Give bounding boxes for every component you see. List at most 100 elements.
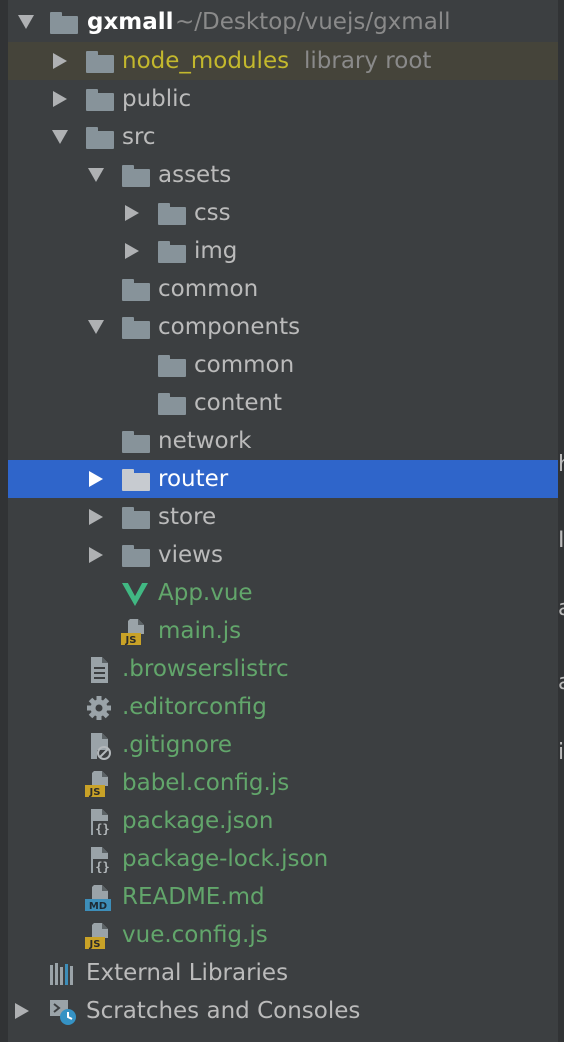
folder-icon [122, 431, 150, 453]
project-path: ~/Desktop/vuejs/gxmall [175, 9, 451, 35]
tree-row-package-json[interactable]: {} package.json [8, 802, 558, 840]
js-file-icon: JS [121, 619, 144, 646]
tree-row-browserslistrc[interactable]: .browserslistrc [8, 650, 558, 688]
tree-label: babel.config.js [122, 770, 290, 796]
cropped-editor-glyph: a [558, 670, 564, 695]
folder-icon [122, 469, 150, 491]
ignore-file-icon [91, 733, 111, 760]
folder-icon [50, 12, 78, 34]
collapse-arrow-icon[interactable] [84, 460, 108, 498]
markdown-file-icon: MD [85, 885, 111, 912]
collapse-arrow-icon[interactable] [120, 194, 144, 232]
expand-arrow-icon[interactable] [14, 3, 38, 41]
tree-label: common [158, 276, 259, 302]
tree-row-scratches[interactable]: Scratches and Consoles [8, 992, 558, 1030]
js-badge-text: JS [89, 787, 101, 798]
tree-label: assets [158, 162, 232, 188]
expand-arrow-icon[interactable] [48, 118, 72, 156]
js-file-icon: JS [85, 771, 108, 798]
json-file-icon: {} [91, 847, 112, 874]
expand-arrow-icon[interactable] [84, 308, 108, 346]
cropped-editor-glyph: i [558, 740, 564, 765]
tree-label: src [122, 124, 156, 150]
folder-icon [86, 127, 114, 149]
tree-row-gxmall[interactable]: gxmall ~/Desktop/vuejs/gxmall [8, 3, 558, 41]
folder-icon [158, 355, 186, 377]
tree-label: components [158, 314, 301, 340]
vue-file-icon [122, 583, 148, 606]
tree-row-node-modules[interactable]: node_modules library root [8, 42, 558, 80]
tree-row-public[interactable]: public [8, 80, 558, 118]
tree-label: Scratches and Consoles [86, 998, 361, 1024]
tree-row-store[interactable]: store [8, 498, 558, 536]
tree-label: store [158, 504, 217, 530]
tree-label: router [158, 466, 229, 492]
js-badge-text: JS [89, 939, 101, 950]
tree-row-readme[interactable]: MD README.md [8, 878, 558, 916]
tree-row-babel-config[interactable]: JS babel.config.js [8, 764, 558, 802]
folder-icon [158, 203, 186, 225]
tree-row-package-lock-json[interactable]: {} package-lock.json [8, 840, 558, 878]
tree-label: App.vue [158, 580, 253, 606]
collapse-arrow-icon[interactable] [120, 232, 144, 270]
scratches-icon [50, 1000, 76, 1025]
tree-row-main-js[interactable]: JS main.js [8, 612, 558, 650]
tree-label: External Libraries [86, 960, 289, 986]
library-root-note: library root [304, 48, 432, 74]
js-file-icon: JS [85, 923, 108, 950]
tree-row-common[interactable]: common [8, 270, 558, 308]
tree-label: public [122, 86, 192, 112]
library-icon [50, 963, 73, 985]
cropped-editor-glyph: I [558, 528, 564, 553]
tree-row-components[interactable]: components [8, 308, 558, 346]
tree-row-external-libraries[interactable]: External Libraries [8, 954, 558, 992]
folder-icon [122, 507, 150, 529]
right-panel-edge [558, 0, 564, 1042]
collapse-arrow-icon[interactable] [48, 80, 72, 118]
gear-icon [87, 696, 111, 720]
tree-label: .browserslistrc [122, 656, 289, 682]
tree-label: css [194, 200, 231, 226]
cropped-editor-glyph: a [558, 596, 564, 621]
tree-row-app-vue[interactable]: App.vue [8, 574, 558, 612]
tree-row-assets[interactable]: assets [8, 156, 558, 194]
collapse-arrow-icon[interactable] [10, 992, 34, 1030]
tree-label: views [158, 542, 223, 568]
tree-row-vue-config[interactable]: JS vue.config.js [8, 916, 558, 954]
cropped-editor-glyph: h [558, 452, 564, 477]
tree-label: img [194, 238, 238, 264]
md-badge-text: MD [89, 901, 107, 912]
tree-label: main.js [158, 618, 242, 644]
tree-label: node_modules [122, 48, 290, 74]
expand-arrow-icon[interactable] [84, 156, 108, 194]
folder-icon [122, 165, 150, 187]
tree-label: package-lock.json [122, 846, 329, 872]
tree-label: .gitignore [122, 732, 233, 758]
folder-icon [158, 241, 186, 263]
collapse-arrow-icon[interactable] [84, 536, 108, 574]
tree-row-components-common[interactable]: common [8, 346, 558, 384]
tree-row-views[interactable]: views [8, 536, 558, 574]
tree-row-network[interactable]: network [8, 422, 558, 460]
collapse-arrow-icon[interactable] [84, 498, 108, 536]
tree-row-img[interactable]: img [8, 232, 558, 270]
tree-row-src[interactable]: src [8, 118, 558, 156]
svg-text:{}: {} [95, 860, 109, 874]
tree-row-router[interactable]: router [8, 460, 558, 498]
project-name: gxmall [87, 9, 174, 35]
json-file-icon: {} [91, 809, 112, 836]
collapse-arrow-icon[interactable] [48, 42, 72, 80]
js-badge-text: JS [125, 635, 137, 646]
project-tree-panel: gxmall ~/Desktop/vuejs/gxmall node_modul… [0, 0, 564, 1042]
tree-row-editorconfig[interactable]: .editorconfig [8, 688, 558, 726]
tree-label: content [194, 390, 283, 416]
folder-icon [122, 317, 150, 339]
tree-row-components-content[interactable]: content [8, 384, 558, 422]
tree-label: network [158, 428, 252, 454]
tree-label: README.md [122, 884, 265, 910]
tree-label: .editorconfig [122, 694, 267, 720]
tree-row-css[interactable]: css [8, 194, 558, 232]
folder-icon [158, 393, 186, 415]
left-panel-edge [0, 0, 8, 1042]
tree-row-gitignore[interactable]: .gitignore [8, 726, 558, 764]
